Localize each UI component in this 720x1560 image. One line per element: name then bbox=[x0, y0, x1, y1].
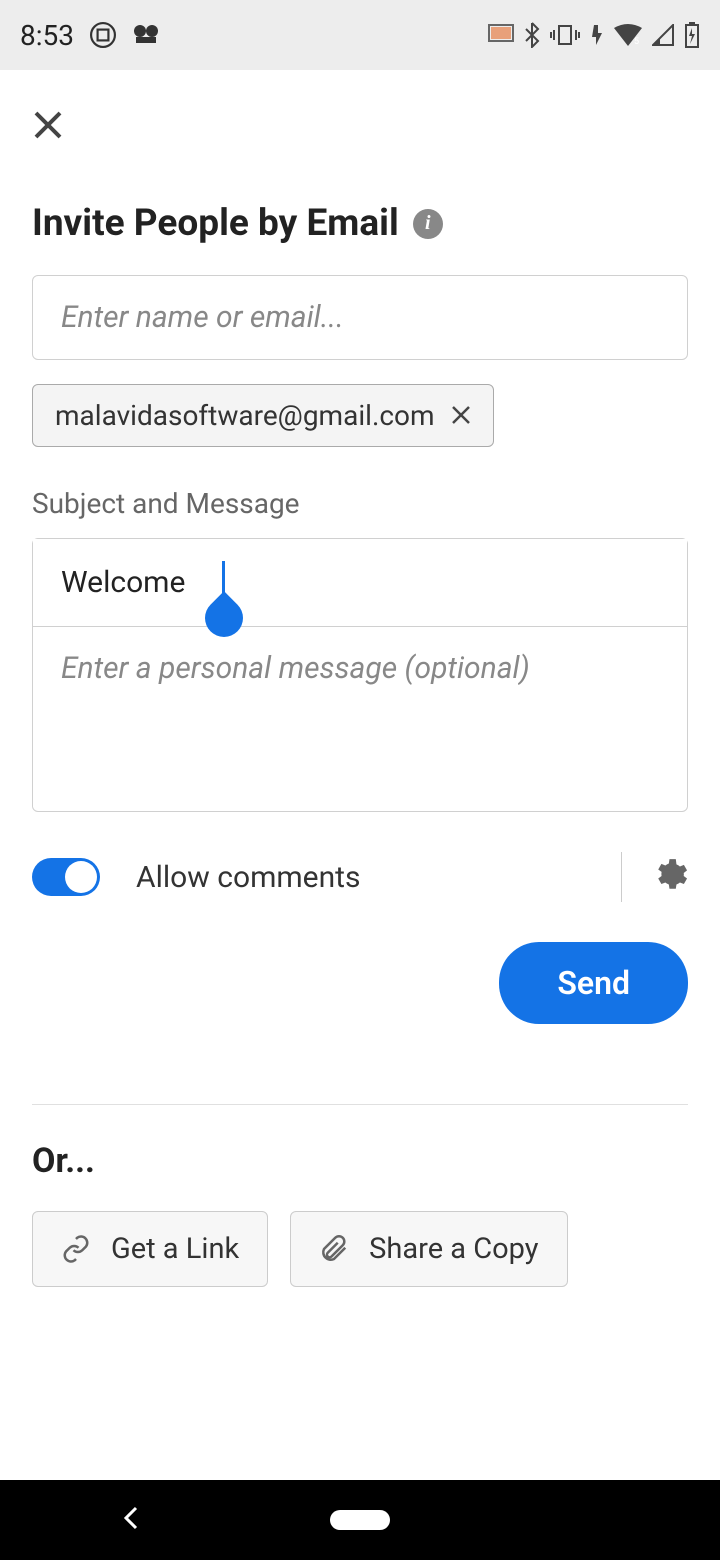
data-icon bbox=[590, 23, 604, 47]
status-bar: 8:53 5 bbox=[0, 0, 720, 70]
bluetooth-icon bbox=[524, 22, 540, 48]
send-button[interactable]: Send bbox=[499, 942, 688, 1024]
vibrate-icon bbox=[550, 24, 580, 46]
message-box bbox=[32, 538, 688, 812]
info-icon[interactable]: i bbox=[413, 209, 443, 239]
or-label: Or... bbox=[32, 1141, 688, 1181]
toggle-label: Allow comments bbox=[136, 860, 360, 895]
divider bbox=[621, 852, 622, 902]
nav-bar bbox=[0, 1480, 720, 1560]
toggle-knob bbox=[65, 861, 97, 893]
email-input[interactable] bbox=[32, 275, 688, 360]
signal-icon bbox=[652, 24, 674, 46]
wifi-icon: 5 bbox=[614, 24, 642, 46]
attachment-icon bbox=[319, 1234, 349, 1264]
app-icon-1 bbox=[90, 22, 116, 48]
battery-icon bbox=[684, 22, 700, 48]
chip-email-text: malavidasoftware@gmail.com bbox=[55, 399, 435, 432]
chip-remove-icon[interactable] bbox=[451, 399, 471, 432]
share-copy-label: Share a Copy bbox=[369, 1232, 538, 1266]
nav-back-icon[interactable] bbox=[120, 1504, 140, 1536]
subject-message-label: Subject and Message bbox=[32, 487, 688, 520]
cast-icon bbox=[488, 24, 514, 46]
app-icon-2 bbox=[132, 24, 160, 46]
page-title: Invite People by Email bbox=[32, 202, 399, 245]
share-copy-button[interactable]: Share a Copy bbox=[290, 1211, 567, 1287]
message-textarea[interactable] bbox=[33, 627, 687, 807]
subject-input[interactable] bbox=[33, 539, 687, 627]
status-time: 8:53 bbox=[20, 19, 74, 52]
get-link-label: Get a Link bbox=[111, 1232, 239, 1266]
gear-icon[interactable] bbox=[650, 856, 688, 898]
nav-home-icon[interactable] bbox=[330, 1510, 390, 1530]
close-icon[interactable] bbox=[32, 100, 64, 152]
divider bbox=[32, 1104, 688, 1105]
email-chip[interactable]: malavidasoftware@gmail.com bbox=[32, 384, 494, 447]
get-link-button[interactable]: Get a Link bbox=[32, 1211, 268, 1287]
allow-comments-toggle[interactable] bbox=[32, 858, 100, 896]
link-icon bbox=[61, 1234, 91, 1264]
svg-text:5: 5 bbox=[634, 37, 639, 46]
